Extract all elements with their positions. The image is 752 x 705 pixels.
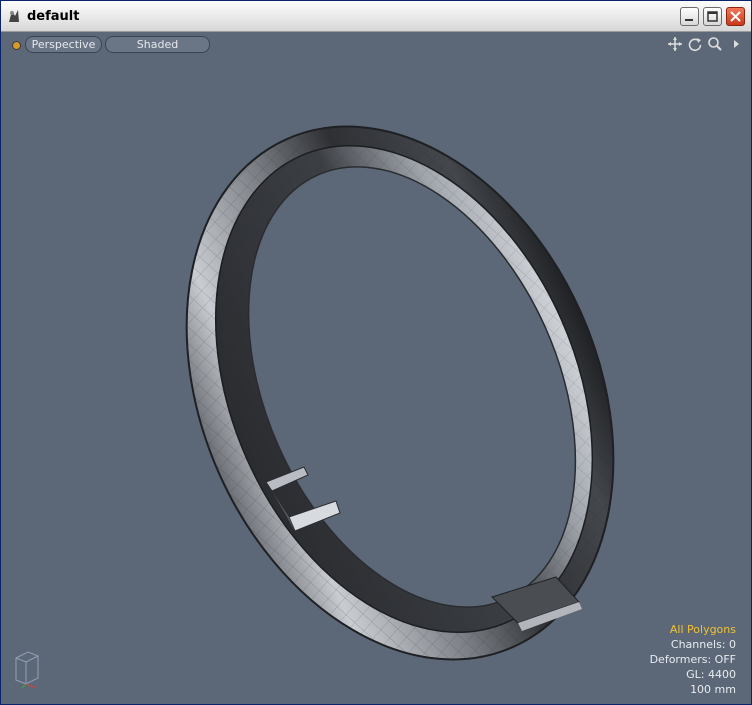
- viewport-options-dot[interactable]: [12, 41, 21, 50]
- minimize-icon: [685, 19, 693, 21]
- move-icon[interactable]: [667, 36, 683, 52]
- app-window: default Perspective Shaded All Polygons …: [0, 0, 752, 705]
- zoom-icon[interactable]: [707, 36, 723, 52]
- close-button[interactable]: [726, 7, 745, 26]
- scale-label: 100 mm: [690, 683, 736, 696]
- title-bar[interactable]: default: [1, 1, 751, 32]
- viewport-info-hud: All Polygons Channels: 0 Deformers: OFF …: [650, 622, 736, 697]
- window-title: default: [27, 9, 80, 24]
- close-icon: [730, 11, 741, 22]
- minimize-button[interactable]: [680, 7, 699, 26]
- shading-mode-dropdown[interactable]: Shaded: [105, 36, 210, 53]
- view-mode-dropdown[interactable]: Perspective: [25, 36, 102, 53]
- maximize-icon: [707, 11, 718, 22]
- axis-gizmo: [15, 651, 39, 689]
- selection-mode-label[interactable]: All Polygons: [650, 622, 736, 637]
- maximize-button[interactable]: [703, 7, 722, 26]
- channels-label: Channels: 0: [670, 638, 736, 651]
- deformers-label: Deformers: OFF: [649, 653, 736, 666]
- app-icon: [9, 10, 19, 22]
- ring-mesh[interactable]: [106, 59, 694, 701]
- gl-label: GL: 4400: [686, 668, 736, 681]
- menu-arrow-icon[interactable]: [728, 36, 744, 52]
- rotate-icon[interactable]: [687, 36, 703, 52]
- 3d-viewport[interactable]: [4, 57, 748, 701]
